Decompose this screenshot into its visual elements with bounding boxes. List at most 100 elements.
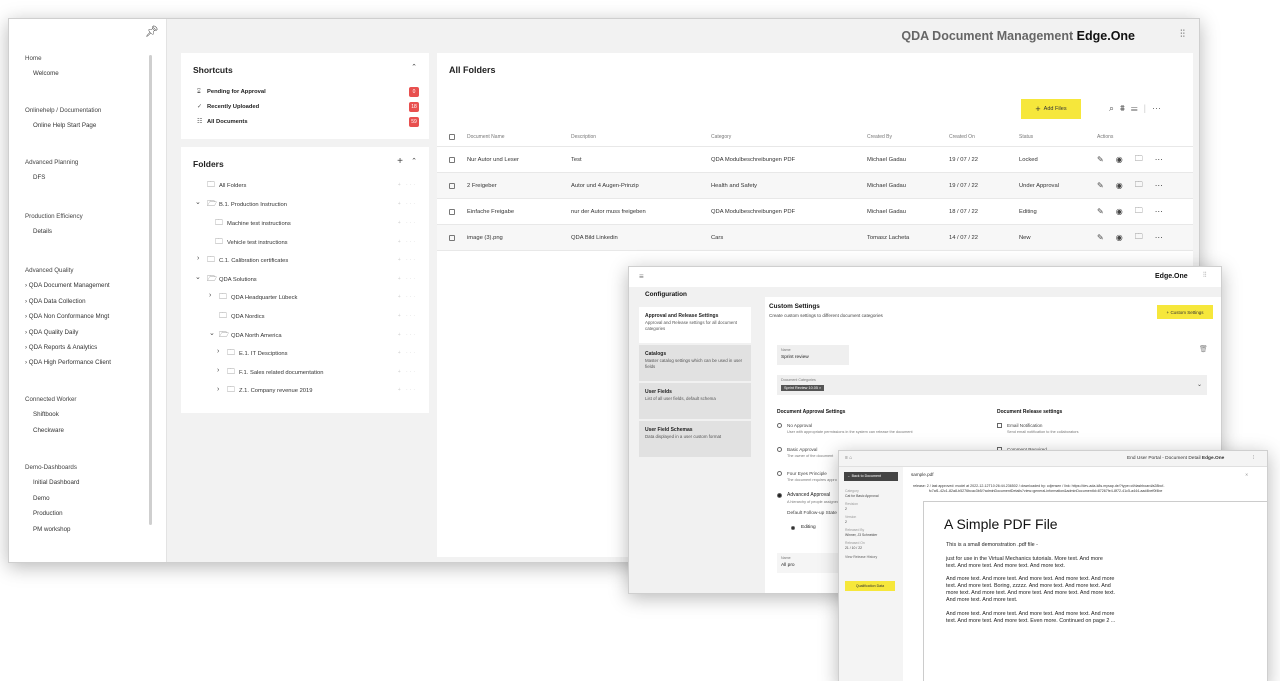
nav-group-header[interactable]: Demo-Dashboards xyxy=(25,460,79,475)
nav-item-shiftbook[interactable]: Shiftbook xyxy=(25,407,76,422)
nav-item-qda-data-collection[interactable]: › QDA Data Collection xyxy=(25,294,111,309)
radio-advanced-approval[interactable] xyxy=(777,493,782,498)
add-folder-icon[interactable]: + xyxy=(397,156,403,167)
nav-item-qda-quality-daily[interactable]: › QDA Quality Daily xyxy=(25,325,111,340)
nav-item-qda-reports[interactable]: › QDA Reports & Analytics xyxy=(25,340,111,355)
list-view-icon[interactable]: ☰ xyxy=(1131,103,1144,113)
email-notification-checkbox[interactable] xyxy=(997,423,1002,428)
column-header[interactable]: Created On xyxy=(949,127,975,146)
back-to-document-button[interactable]: ← Back to Document xyxy=(844,472,898,481)
folder-tools[interactable]: + ··· xyxy=(398,257,417,263)
select-all-checkbox[interactable] xyxy=(449,133,455,140)
folder-item[interactable]: 🗀︎ Z.1. Company revenue 2019 xyxy=(227,384,312,396)
folder-tools[interactable]: + ··· xyxy=(398,369,417,375)
chevron-down-icon[interactable]: ⌄ xyxy=(209,329,215,337)
nav-item-production[interactable]: Production xyxy=(25,506,79,521)
menu-icon[interactable]: ≡ xyxy=(639,272,644,281)
qualification-data-button[interactable]: Qualification Data xyxy=(845,581,895,591)
nav-group-header[interactable]: Onlinehelp / Documentation xyxy=(25,103,101,118)
radio-no-approval[interactable] xyxy=(777,423,782,428)
folder-item[interactable]: 🗀︎ C.1. Calibration certificates xyxy=(207,254,288,266)
search-icon[interactable]: ⌕ xyxy=(1109,103,1120,113)
column-header[interactable]: Description xyxy=(571,127,596,146)
folder-tools[interactable]: + ··· xyxy=(398,387,417,393)
table-row[interactable]: Einfache Freigabe nur der Autor muss fre… xyxy=(437,199,1193,225)
folder-item[interactable]: 🗀︎ Machine test instructions xyxy=(215,217,291,229)
trash-icon[interactable]: 🗑︎ xyxy=(1199,345,1208,353)
folder-item[interactable]: 🗁︎ B.1. Production Instruction xyxy=(207,198,287,210)
folder-tools[interactable]: + ··· xyxy=(398,294,417,300)
table-row[interactable]: image (3).png QDA Bild Linkedin Cars Tom… xyxy=(437,225,1193,251)
folder-icon[interactable]: 🗀︎ xyxy=(1135,205,1155,219)
nav-item-qda-high-performance[interactable]: › QDA High Performance Client xyxy=(25,355,111,370)
nav-item-demo[interactable]: Demo xyxy=(25,491,79,506)
nav-item-details[interactable]: Details xyxy=(25,224,83,239)
add-files-button[interactable]: + Add Files xyxy=(1021,99,1081,119)
edit-icon[interactable]: ✎ xyxy=(1097,233,1116,242)
custom-settings-button[interactable]: + Custom Settings xyxy=(1157,305,1213,319)
column-header[interactable]: Document Name xyxy=(467,127,505,146)
radio-basic-approval[interactable] xyxy=(777,447,782,452)
nav-item-qda-non-conformance[interactable]: › QDA Non Conformance Mngt xyxy=(25,309,111,324)
folder-tools[interactable]: + ··· xyxy=(398,220,417,226)
filter-icon[interactable]: ⩩ xyxy=(1120,103,1131,113)
more-icon[interactable]: ⋯ xyxy=(1155,233,1175,242)
more-icon[interactable]: ⋯ xyxy=(1155,181,1175,190)
table-row[interactable]: 2 Freigeber Autor und 4 Augen-Prinzip He… xyxy=(437,173,1193,199)
nav-item-welcome[interactable]: Welcome xyxy=(25,66,59,81)
folder-item[interactable]: 🗀︎ QDA Headquarter Lübeck xyxy=(219,291,297,303)
collapse-icon[interactable]: ⌃ xyxy=(411,63,417,71)
tab-approval-release[interactable]: Approval and Release Settings Approval an… xyxy=(639,307,751,343)
nav-group-header[interactable]: Home xyxy=(25,51,59,66)
chevron-right-icon[interactable]: › xyxy=(209,292,211,299)
shortcut-pending[interactable]: ⌛︎ Pending for Approval xyxy=(197,87,417,97)
nav-group-header[interactable]: Connected Worker xyxy=(25,392,76,407)
collapse-icon[interactable]: ⌃ xyxy=(411,157,417,165)
folder-tools[interactable]: + ··· xyxy=(398,239,417,245)
folder-item[interactable]: 🗁︎ QDA Solutions xyxy=(207,273,257,285)
chevron-right-icon[interactable]: › xyxy=(217,386,219,393)
column-header[interactable]: Category xyxy=(711,127,731,146)
more-icon[interactable]: ⋯ xyxy=(1152,103,1167,113)
tab-user-field-schemas[interactable]: User Field Schemas Data displayed in a us… xyxy=(639,421,751,457)
category-tag[interactable]: Sprint Review 10.05 × xyxy=(781,385,825,391)
chevron-down-icon[interactable]: ⌄ xyxy=(195,273,201,281)
nav-group-header[interactable]: Advanced Planning xyxy=(25,155,78,170)
shortcut-all-documents[interactable]: ☷ All Documents xyxy=(197,117,417,127)
view-icon[interactable]: ◉ xyxy=(1116,155,1135,164)
folder-item[interactable]: 🗁︎ QDA North America xyxy=(219,329,282,341)
row-checkbox[interactable] xyxy=(449,208,455,215)
column-header[interactable]: Created By xyxy=(867,127,892,146)
name-field[interactable]: Name Sprint review xyxy=(777,345,849,365)
document-categories-field[interactable]: Document Categories Sprint Review 10.05 … xyxy=(777,375,1207,395)
edit-icon[interactable]: ✎ xyxy=(1097,207,1116,216)
edit-icon[interactable]: ✎ xyxy=(1097,155,1116,164)
view-icon[interactable]: ◉ xyxy=(1116,207,1135,216)
folder-tools[interactable]: + ··· xyxy=(398,182,417,188)
row-checkbox[interactable] xyxy=(449,234,455,241)
shortcut-recently-uploaded[interactable]: ✓ Recently Uploaded xyxy=(197,102,417,112)
nav-item-online-help[interactable]: Online Help Start Page xyxy=(25,118,101,133)
menu-icon[interactable]: ≡ ⌂ xyxy=(845,455,852,461)
nav-group-header[interactable]: Advanced Quality xyxy=(25,263,111,278)
folder-item[interactable]: 🗀︎ QDA Nordics xyxy=(219,310,265,322)
chevron-right-icon[interactable]: › xyxy=(217,367,219,374)
chevron-right-icon[interactable]: › xyxy=(217,348,219,355)
table-row[interactable]: Nur Autor und Leser Test QDA Modulbeschr… xyxy=(437,147,1193,173)
chevron-down-icon[interactable]: ⌄ xyxy=(195,198,201,206)
folder-icon[interactable]: 🗀︎ xyxy=(1135,179,1155,193)
folder-item[interactable]: 🗀︎ Vehicle test instructions xyxy=(215,236,288,248)
nav-item-pm-workshop[interactable]: PM workshop xyxy=(25,522,79,537)
settings-sliders-icon[interactable]: ⫶⫶ xyxy=(1180,29,1185,40)
radio-four-eyes[interactable] xyxy=(777,471,782,476)
nav-item-qda-document-management[interactable]: › QDA Document Management xyxy=(25,278,111,293)
folder-tools[interactable]: + ··· xyxy=(398,313,417,319)
folder-tools[interactable]: + ··· xyxy=(398,332,417,338)
folder-icon[interactable]: 🗀︎ xyxy=(1135,153,1155,167)
nav-item-dfs[interactable]: DFS xyxy=(25,170,78,185)
column-header[interactable]: Status xyxy=(1019,127,1033,146)
folder-item[interactable]: 🗀︎ All Folders xyxy=(207,179,246,191)
nav-item-checkware[interactable]: Checkware xyxy=(25,423,76,438)
view-icon[interactable]: ◉ xyxy=(1116,181,1135,190)
folder-tools[interactable]: + ··· xyxy=(398,276,417,282)
